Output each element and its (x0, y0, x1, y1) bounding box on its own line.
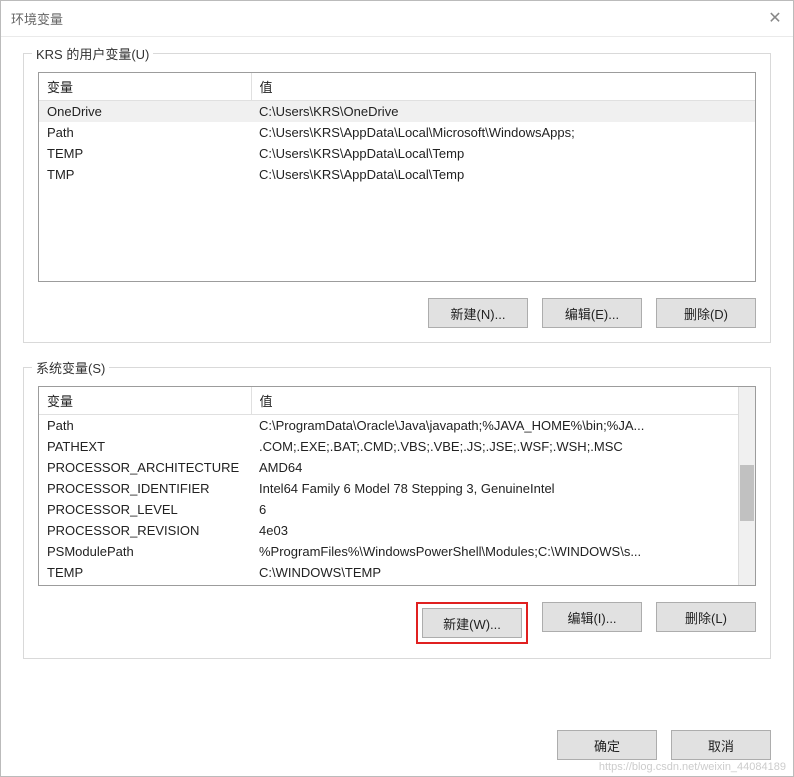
cancel-button[interactable]: 取消 (671, 730, 771, 760)
var-value-cell: C:\ProgramData\Oracle\Java\javapath;%JAV… (251, 415, 755, 436)
var-name-cell: TMP (39, 164, 251, 185)
table-row[interactable]: PROCESSOR_ARCHITECTUREAMD64 (39, 457, 755, 478)
user-new-button[interactable]: 新建(N)... (428, 298, 528, 328)
table-row[interactable]: TMPC:\Users\KRS\AppData\Local\Temp (39, 164, 755, 185)
var-value-cell: C:\Users\KRS\AppData\Local\Microsoft\Win… (251, 122, 755, 143)
system-vars-buttons: 新建(W)... 编辑(I)... 删除(L) (38, 602, 756, 644)
table-row[interactable]: PATHEXT.COM;.EXE;.BAT;.CMD;.VBS;.VBE;.JS… (39, 436, 755, 457)
user-vars-group: KRS 的用户变量(U) 变量 值 OneDriveC:\Users\KRS\O… (23, 53, 771, 343)
var-name-cell: PROCESSOR_IDENTIFIER (39, 478, 251, 499)
var-name-cell: Path (39, 122, 251, 143)
table-row[interactable]: PathC:\Users\KRS\AppData\Local\Microsoft… (39, 122, 755, 143)
var-value-cell: AMD64 (251, 457, 755, 478)
var-value-cell: C:\WINDOWS\TEMP (251, 562, 755, 583)
scrollbar-thumb[interactable] (740, 465, 754, 521)
var-value-cell: %ProgramFiles%\WindowsPowerShell\Modules… (251, 541, 755, 562)
var-name-cell: TEMP (39, 562, 251, 583)
table-row[interactable]: PathC:\ProgramData\Oracle\Java\javapath;… (39, 415, 755, 436)
table-row[interactable]: PROCESSOR_REVISION4e03 (39, 520, 755, 541)
titlebar: 环境变量 ✕ (1, 1, 793, 37)
dialog-buttons: 确定 取消 (1, 730, 793, 776)
env-vars-dialog: 环境变量 ✕ KRS 的用户变量(U) 变量 值 OneDriveC:\User… (0, 0, 794, 777)
user-col-value[interactable]: 值 (251, 73, 755, 101)
user-delete-button[interactable]: 删除(D) (656, 298, 756, 328)
var-value-cell: Intel64 Family 6 Model 78 Stepping 3, Ge… (251, 478, 755, 499)
table-row[interactable]: PSModulePath%ProgramFiles%\WindowsPowerS… (39, 541, 755, 562)
sys-col-value[interactable]: 值 (251, 387, 755, 415)
var-value-cell: C:\Users\KRS\AppData\Local\Temp (251, 164, 755, 185)
table-row[interactable]: TEMPC:\WINDOWS\TEMP (39, 562, 755, 583)
window-title: 环境变量 (11, 9, 63, 28)
system-delete-button[interactable]: 删除(L) (656, 602, 756, 632)
ok-button[interactable]: 确定 (557, 730, 657, 760)
system-vars-table[interactable]: 变量 值 PathC:\ProgramData\Oracle\Java\java… (38, 386, 756, 586)
system-edit-button[interactable]: 编辑(I)... (542, 602, 642, 632)
var-value-cell: C:\Users\KRS\OneDrive (251, 101, 755, 122)
sys-col-name[interactable]: 变量 (39, 387, 251, 415)
user-vars-table[interactable]: 变量 值 OneDriveC:\Users\KRS\OneDrivePathC:… (38, 72, 756, 282)
var-value-cell: 4e03 (251, 520, 755, 541)
var-value-cell: .COM;.EXE;.BAT;.CMD;.VBS;.VBE;.JS;.JSE;.… (251, 436, 755, 457)
var-name-cell: OneDrive (39, 101, 251, 122)
system-new-button[interactable]: 新建(W)... (422, 608, 522, 638)
table-row[interactable]: PROCESSOR_IDENTIFIERIntel64 Family 6 Mod… (39, 478, 755, 499)
var-value-cell: C:\Users\KRS\AppData\Local\Temp (251, 143, 755, 164)
var-name-cell: PSModulePath (39, 541, 251, 562)
table-row[interactable]: TEMPC:\Users\KRS\AppData\Local\Temp (39, 143, 755, 164)
user-col-name[interactable]: 变量 (39, 73, 251, 101)
var-value-cell: 6 (251, 499, 755, 520)
system-vars-group: 系统变量(S) 变量 值 PathC:\ProgramData\Oracle\J… (23, 367, 771, 659)
var-name-cell: TEMP (39, 143, 251, 164)
var-name-cell: Path (39, 415, 251, 436)
highlight-annotation: 新建(W)... (416, 602, 528, 644)
user-edit-button[interactable]: 编辑(E)... (542, 298, 642, 328)
user-vars-legend: KRS 的用户变量(U) (32, 44, 153, 63)
dialog-body: KRS 的用户变量(U) 变量 值 OneDriveC:\Users\KRS\O… (1, 37, 793, 730)
var-name-cell: PATHEXT (39, 436, 251, 457)
table-row[interactable]: OneDriveC:\Users\KRS\OneDrive (39, 101, 755, 122)
system-vars-legend: 系统变量(S) (32, 358, 109, 377)
var-name-cell: PROCESSOR_REVISION (39, 520, 251, 541)
system-vars-scrollbar[interactable] (738, 387, 755, 585)
user-vars-buttons: 新建(N)... 编辑(E)... 删除(D) (38, 298, 756, 328)
var-name-cell: PROCESSOR_LEVEL (39, 499, 251, 520)
var-name-cell: PROCESSOR_ARCHITECTURE (39, 457, 251, 478)
table-row[interactable]: PROCESSOR_LEVEL6 (39, 499, 755, 520)
close-icon[interactable]: ✕ (767, 11, 783, 27)
